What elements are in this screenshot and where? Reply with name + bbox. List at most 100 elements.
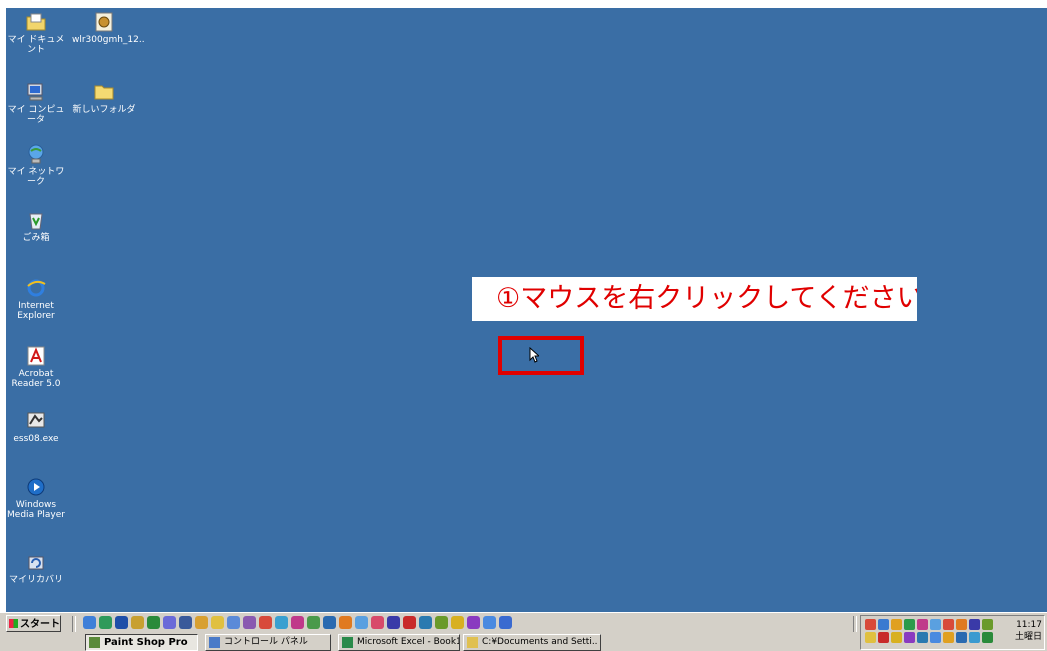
quick-launch-icon[interactable] xyxy=(147,616,160,629)
tray-icon[interactable] xyxy=(917,632,928,643)
quick-launch-icon[interactable] xyxy=(499,616,512,629)
quick-launch-icon[interactable] xyxy=(419,616,432,629)
my-computer-icon xyxy=(27,83,43,101)
quick-launch-icon[interactable] xyxy=(355,616,368,629)
quick-launch-icon[interactable] xyxy=(163,616,176,629)
taskbar-divider xyxy=(853,616,857,632)
quick-launch-icon[interactable] xyxy=(115,616,128,629)
tray-icon[interactable] xyxy=(904,619,915,630)
my-recovery-icon xyxy=(28,556,44,570)
desktop-icon-recycle-bin[interactable]: ごみ箱 xyxy=(4,209,68,243)
quick-launch-bar xyxy=(83,616,512,632)
desktop-icon-new-folder[interactable]: 新しいフォルダ xyxy=(72,81,136,115)
desktop-icon-label: 新しいフォルダ xyxy=(72,105,136,115)
quick-launch-icon[interactable] xyxy=(307,616,320,629)
folder-icon xyxy=(467,637,478,648)
taskbar-window-label: コントロール パネル xyxy=(224,637,308,647)
quick-launch-icon[interactable] xyxy=(451,616,464,629)
tray-icon[interactable] xyxy=(930,619,941,630)
tray-icon[interactable] xyxy=(891,619,902,630)
desktop-icon-installer[interactable]: wlr300gmh_12.. xyxy=(72,11,145,45)
quick-launch-icon[interactable] xyxy=(483,616,496,629)
tray-icon[interactable] xyxy=(878,632,889,643)
tray-icon[interactable] xyxy=(917,619,928,630)
quick-launch-icon[interactable] xyxy=(131,616,144,629)
quick-launch-icon[interactable] xyxy=(99,616,112,629)
desktop-icon-label: Windows Media Player xyxy=(7,500,65,520)
quick-launch-icon[interactable] xyxy=(339,616,352,629)
quick-launch-icon[interactable] xyxy=(275,616,288,629)
quick-launch-icon[interactable] xyxy=(403,616,416,629)
tray-icon[interactable] xyxy=(956,619,967,630)
quick-launch-icon[interactable] xyxy=(195,616,208,629)
desktop-icon-label: マイリカバリ xyxy=(8,575,63,585)
tray-icon[interactable] xyxy=(982,632,993,643)
tray-icon[interactable] xyxy=(904,632,915,643)
quick-launch-icon[interactable] xyxy=(435,616,448,629)
instruction-callout: ①マウスを右クリックしてください。 xyxy=(472,277,917,321)
tray-icon[interactable] xyxy=(891,632,902,643)
clock-time: 11:17 xyxy=(1016,620,1042,630)
installer-icon xyxy=(95,12,113,32)
desktop-icon-label: wlr300gmh_12.. xyxy=(72,35,145,45)
tray-icon[interactable] xyxy=(956,632,967,643)
windows-media-player-icon xyxy=(27,478,45,496)
quick-launch-icon[interactable] xyxy=(243,616,256,629)
tray-icon[interactable] xyxy=(943,632,954,643)
taskbar-window-label: C:¥Documents and Setti.. xyxy=(482,637,598,647)
system-tray: 11:17 土曜日 xyxy=(860,615,1045,650)
desktop[interactable]: マイ ドキュメント wlr300gmh_12.. マイ コンピュータ 新しいフォ… xyxy=(0,0,1047,651)
tray-icon[interactable] xyxy=(982,619,993,630)
tray-icon[interactable] xyxy=(943,619,954,630)
taskbar-clock[interactable]: 11:17 土曜日 xyxy=(1014,619,1042,643)
tray-icon[interactable] xyxy=(969,619,980,630)
tray-icon[interactable] xyxy=(865,632,876,643)
control-panel-icon xyxy=(209,637,220,648)
start-button[interactable]: スタート xyxy=(6,615,61,632)
desktop-icon-label: Internet Explorer xyxy=(17,301,55,321)
my-network-icon xyxy=(28,144,44,164)
quick-launch-icon[interactable] xyxy=(259,616,272,629)
taskbar-divider xyxy=(72,616,76,632)
my-documents-icon xyxy=(26,13,46,31)
tray-icon[interactable] xyxy=(930,632,941,643)
folder-icon xyxy=(94,85,114,100)
tray-icons xyxy=(865,619,1005,643)
internet-explorer-icon xyxy=(27,279,46,297)
start-label: スタート xyxy=(20,619,60,630)
desktop-icon-ess-exe[interactable]: ess08.exe xyxy=(4,410,68,444)
highlight-box xyxy=(498,336,584,375)
desktop-icon-windows-media-player[interactable]: Windows Media Player xyxy=(4,476,68,520)
acrobat-reader-icon xyxy=(27,346,45,366)
desktop-icon-my-recovery[interactable]: マイリカバリ xyxy=(4,551,68,585)
quick-launch-icon[interactable] xyxy=(467,616,480,629)
taskbar-window-explorer-folder[interactable]: C:¥Documents and Setti.. xyxy=(463,634,601,651)
quick-launch-icon[interactable] xyxy=(323,616,336,629)
quick-launch-icon[interactable] xyxy=(83,616,96,629)
tray-icon[interactable] xyxy=(865,619,876,630)
quick-launch-icon[interactable] xyxy=(387,616,400,629)
excel-icon xyxy=(342,637,353,648)
taskbar-window-label: Microsoft Excel - Book1 xyxy=(357,637,460,647)
desktop-icon-acrobat-reader[interactable]: Acrobat Reader 5.0 xyxy=(4,345,68,389)
desktop-icon-my-documents[interactable]: マイ ドキュメント xyxy=(4,11,68,55)
desktop-icon-internet-explorer[interactable]: Internet Explorer xyxy=(4,277,68,321)
quick-launch-icon[interactable] xyxy=(371,616,384,629)
ess-exe-icon xyxy=(27,412,45,428)
tray-icon[interactable] xyxy=(878,619,889,630)
quick-launch-icon[interactable] xyxy=(291,616,304,629)
taskbar-window-paint-shop-pro[interactable]: Paint Shop Pro xyxy=(85,634,198,651)
quick-launch-icon[interactable] xyxy=(211,616,224,629)
taskbar: スタート Paint Shop Pro コントロール パネル Microsoft… xyxy=(0,612,1047,651)
quick-launch-icon[interactable] xyxy=(227,616,240,629)
mouse-cursor-icon xyxy=(529,347,539,363)
clock-day: 土曜日 xyxy=(1014,632,1042,642)
desktop-icon-label: ごみ箱 xyxy=(22,233,50,243)
desktop-icon-my-network[interactable]: マイ ネットワーク xyxy=(4,143,68,187)
quick-launch-icon[interactable] xyxy=(179,616,192,629)
taskbar-window-excel[interactable]: Microsoft Excel - Book1 xyxy=(338,634,460,651)
tray-icon[interactable] xyxy=(969,632,980,643)
desktop-icon-my-computer[interactable]: マイ コンピュータ xyxy=(4,81,68,125)
taskbar-window-control-panel[interactable]: コントロール パネル xyxy=(205,634,331,651)
desktop-icon-label: マイ ドキュメント xyxy=(7,35,65,55)
